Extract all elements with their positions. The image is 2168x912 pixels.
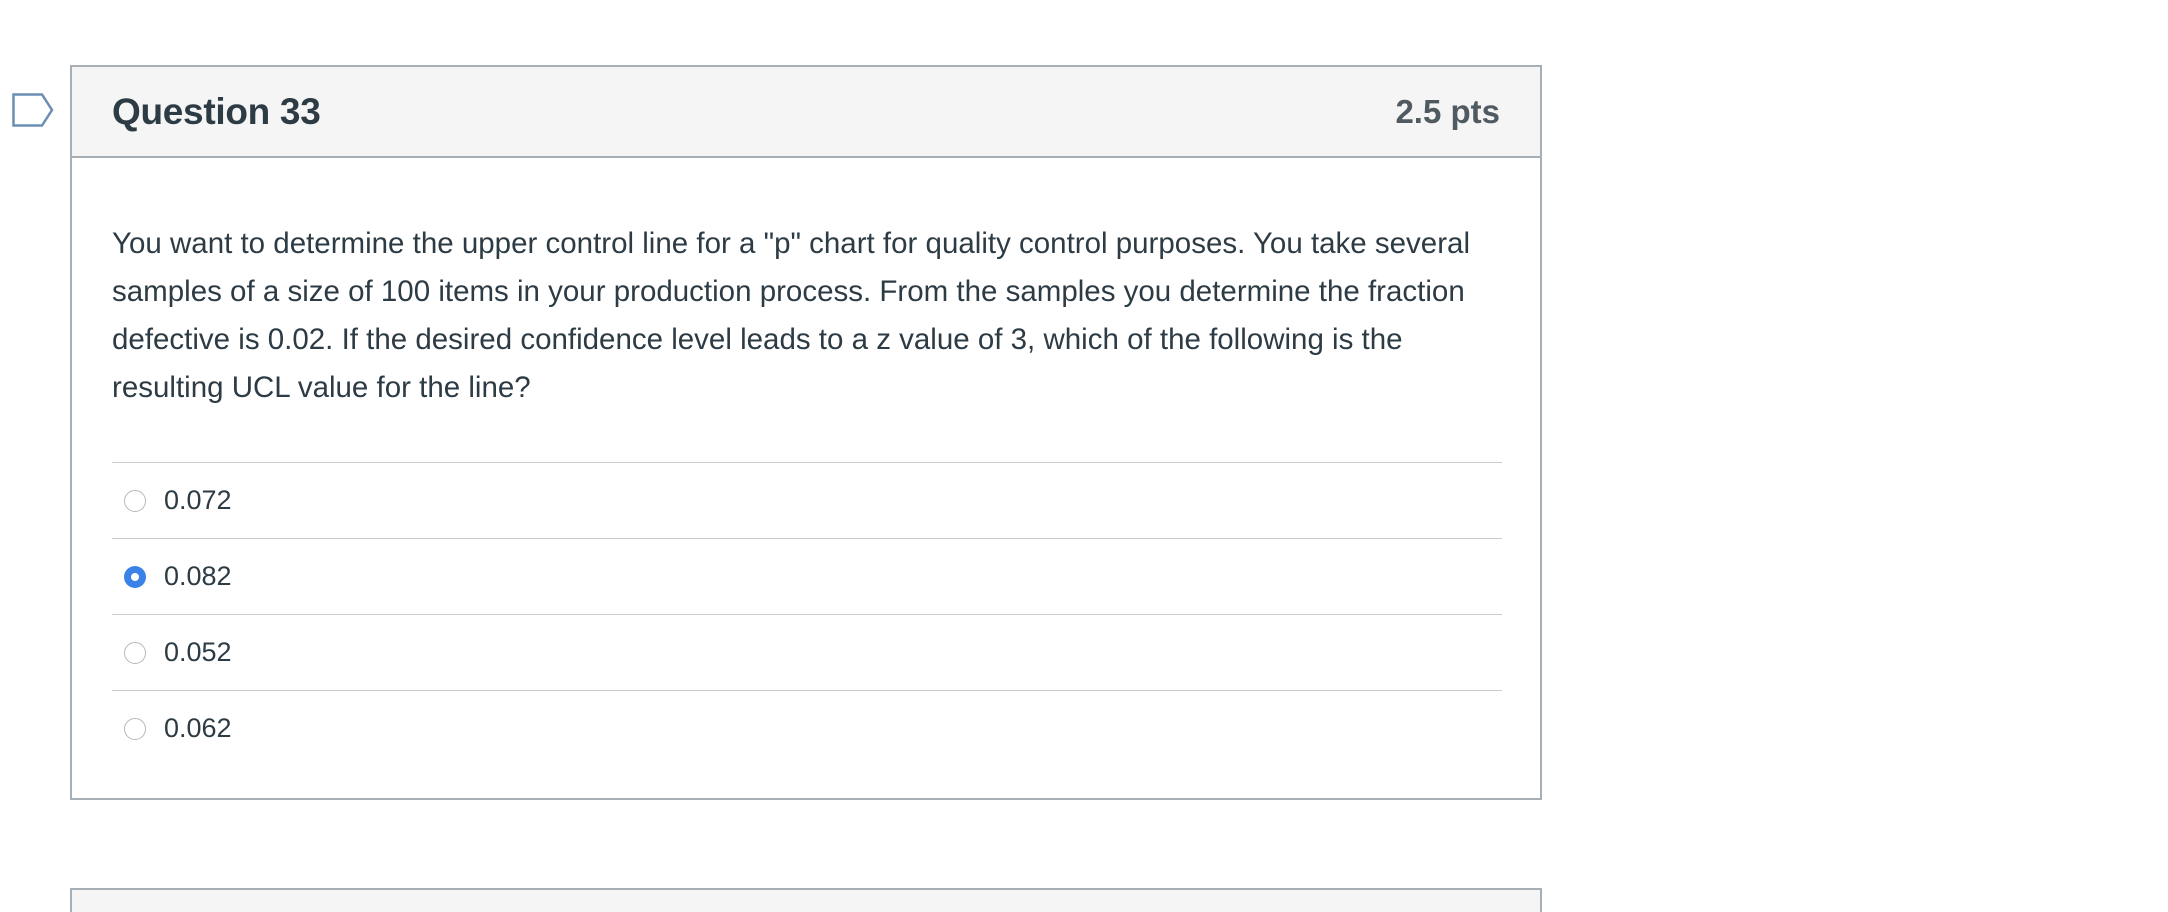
question-text: You want to determine the upper control … bbox=[112, 227, 1470, 404]
question-card: Question 33 2.5 pts You want to determin… bbox=[70, 65, 1542, 800]
flag-question-icon[interactable] bbox=[12, 93, 56, 127]
answer-option[interactable]: 0.052 bbox=[112, 614, 1502, 690]
answer-option[interactable]: 0.072 bbox=[112, 462, 1502, 538]
radio-button[interactable] bbox=[124, 717, 146, 740]
question-title: Question 33 bbox=[112, 90, 321, 132]
answer-option[interactable]: 0.082 bbox=[112, 538, 1502, 614]
answer-label: 0.082 bbox=[164, 561, 232, 591]
question-body: You want to determine the upper control … bbox=[72, 158, 1540, 766]
answer-label: 0.062 bbox=[164, 713, 232, 743]
answer-label: 0.052 bbox=[164, 637, 232, 667]
quiz-page: Question 33 2.5 pts You want to determin… bbox=[0, 0, 2168, 912]
answer-option[interactable]: 0.062 bbox=[112, 690, 1502, 766]
radio-button[interactable] bbox=[124, 489, 146, 512]
answer-label: 0.072 bbox=[164, 485, 232, 515]
radio-button[interactable] bbox=[124, 641, 146, 664]
question-points: 2.5 pts bbox=[1395, 92, 1500, 130]
question-header: Question 33 2.5 pts bbox=[72, 67, 1540, 158]
answer-list: 0.072 0.082 0.052 0.062 bbox=[112, 462, 1502, 766]
radio-button[interactable] bbox=[124, 565, 146, 588]
next-question-card bbox=[70, 888, 1542, 912]
